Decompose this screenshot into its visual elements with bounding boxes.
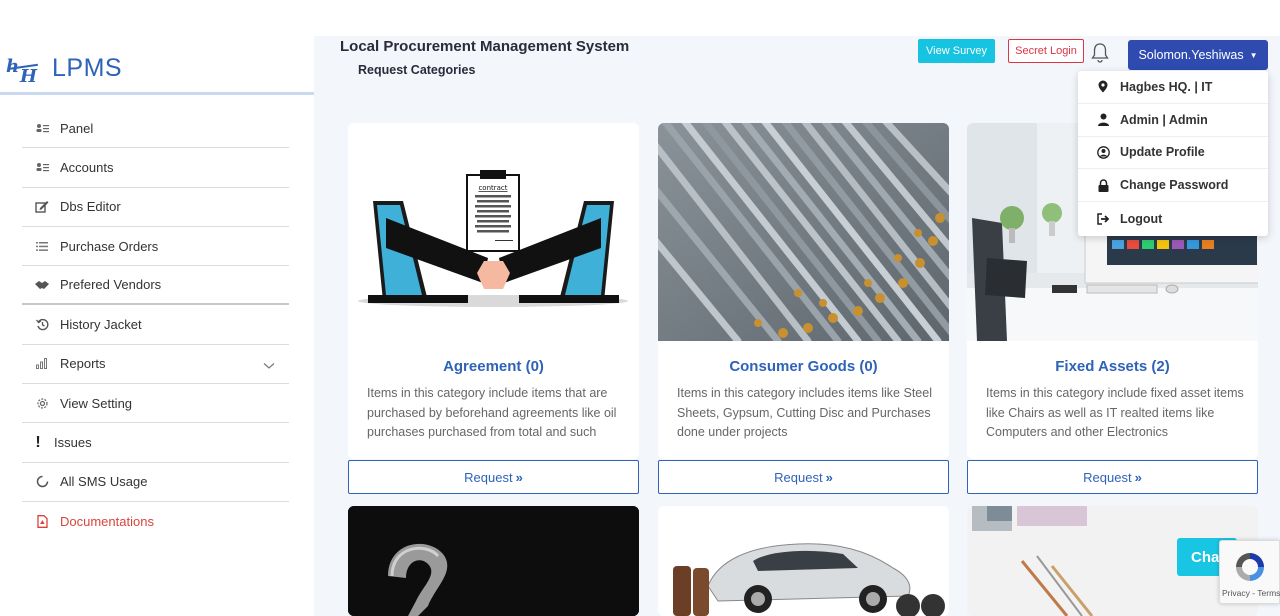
fixed-assets-request-button[interactable]: Request»	[967, 460, 1258, 494]
dropdown-item-change-password[interactable]: Change Password	[1078, 169, 1268, 203]
sidebar-item-label: Prefered Vendors	[60, 277, 162, 293]
sidebar-item-label: Accounts	[60, 159, 114, 175]
dropdown-item-logout[interactable]: Logout	[1078, 202, 1268, 235]
logout-icon	[1096, 212, 1110, 225]
list-icon	[34, 238, 50, 254]
sidebar-item-panel[interactable]: Panel	[22, 109, 289, 149]
sidebar-nav: Panel Accounts Dbs Editor Purchase Order…	[22, 109, 289, 541]
dropdown-label: Admin | Admin	[1120, 112, 1208, 127]
circle-icon	[34, 474, 50, 490]
request-label: Request	[1083, 469, 1132, 485]
card-description: Items in this category include fixed ass…	[986, 386, 1244, 439]
sidebar-item-label: Issues	[54, 435, 92, 451]
dropdown-label: Change Password	[1120, 178, 1229, 193]
sidebar-item-purchase-orders[interactable]: Purchase Orders	[22, 227, 289, 267]
double-chevron-right-icon: »	[825, 469, 833, 485]
user-icon	[1096, 113, 1110, 127]
sidebar-item-documentations[interactable]: Documentations	[22, 502, 289, 541]
sidebar-item-label: History Jacket	[60, 317, 142, 333]
request-label: Request	[464, 469, 513, 485]
chart-icon	[34, 356, 50, 372]
user-menu-button[interactable]: Solomon.Yeshiwas ▼	[1128, 40, 1268, 70]
question-mark-image	[348, 506, 639, 616]
recaptcha-badge[interactable]: Privacy - Terms	[1219, 540, 1280, 604]
page-title: Local Procurement Management System	[340, 38, 630, 55]
user-name: Solomon.Yeshiwas	[1138, 48, 1244, 62]
sidebar-item-view-setting[interactable]: View Setting	[22, 384, 289, 424]
sidebar-item-reports[interactable]: Reports	[22, 345, 289, 385]
lock-icon	[1096, 179, 1110, 192]
card-title[interactable]: Fixed Assets (2)	[967, 358, 1258, 375]
contract-label: contract	[478, 184, 507, 192]
panel-icon	[34, 120, 50, 136]
map-marker-icon	[1096, 80, 1110, 93]
car-parts-image	[658, 506, 949, 616]
category-card-consumer-goods: Consumer Goods (0) Items in this categor…	[658, 123, 949, 459]
category-card-row2-1	[348, 506, 639, 616]
agreement-image: contract	[348, 123, 639, 341]
card-title[interactable]: Consumer Goods (0)	[658, 358, 949, 375]
sidebar-item-label: Panel	[60, 120, 94, 136]
sidebar-item-label: All SMS Usage	[60, 474, 148, 490]
card-description: Items in this category include items tha…	[367, 386, 617, 439]
dropdown-label: Update Profile	[1120, 145, 1205, 160]
card-title[interactable]: Agreement (0)	[348, 358, 639, 375]
svg-text:H: H	[19, 66, 38, 86]
bell-icon[interactable]	[1090, 42, 1110, 64]
consumer-goods-request-button[interactable]: Request»	[658, 460, 949, 494]
recaptcha-icon	[1236, 553, 1264, 581]
pdf-icon	[34, 514, 50, 530]
sidebar-item-label: Documentations	[60, 514, 154, 530]
sidebar-item-label: Dbs Editor	[60, 199, 121, 215]
dropdown-item-location[interactable]: Hagbes HQ. | IT	[1078, 71, 1268, 104]
double-chevron-right-icon: »	[1134, 469, 1142, 485]
steel-rebar-image	[658, 123, 949, 341]
user-dropdown: Hagbes HQ. | IT Admin | Admin Update Pro…	[1078, 71, 1268, 236]
svg-text:h: h	[6, 56, 19, 77]
sidebar-item-dbs-editor[interactable]: Dbs Editor	[22, 188, 289, 227]
handshake-icon	[34, 277, 50, 293]
request-label: Request	[774, 469, 823, 485]
dropdown-label: Logout	[1120, 211, 1163, 226]
sidebar-item-label: Purchase Orders	[60, 238, 159, 254]
double-chevron-right-icon: »	[515, 469, 523, 485]
divider	[0, 92, 314, 95]
dropdown-label: Hagbes HQ. | IT	[1120, 79, 1213, 94]
history-icon	[34, 317, 50, 333]
brand[interactable]: h H LPMS	[4, 50, 123, 87]
category-card-agreement: contract Agreement (0) Items in this cat…	[348, 123, 639, 459]
secret-login-button[interactable]: Secret Login	[1008, 39, 1084, 63]
sidebar-item-label: View Setting	[60, 395, 133, 411]
sidebar-item-prefered-vendors[interactable]: Prefered Vendors	[22, 266, 289, 306]
accounts-icon	[34, 159, 50, 175]
user-circle-icon	[1096, 146, 1110, 159]
card-description: Items in this category includes items li…	[677, 386, 932, 439]
dropdown-item-update-profile[interactable]: Update Profile	[1078, 137, 1268, 170]
recaptcha-text: Privacy - Terms	[1222, 588, 1280, 598]
sidebar: h H LPMS Panel Accounts Dbs Editor Purch…	[0, 0, 314, 616]
exclamation-icon: !	[35, 433, 41, 451]
category-card-row2-2	[658, 506, 949, 616]
edit-icon	[34, 199, 50, 215]
logo-icon: h H	[6, 56, 38, 86]
view-survey-button[interactable]: View Survey	[918, 39, 995, 63]
sidebar-item-issues[interactable]: ! Issues	[22, 423, 289, 463]
chevron-down-icon[interactable]	[263, 358, 275, 373]
sidebar-item-label: Reports	[60, 356, 106, 372]
sidebar-item-all-sms-usage[interactable]: All SMS Usage	[22, 463, 289, 502]
dropdown-item-role[interactable]: Admin | Admin	[1078, 104, 1268, 137]
agreement-request-button[interactable]: Request»	[348, 460, 639, 494]
caret-down-icon: ▼	[1249, 50, 1258, 60]
brand-name: LPMS	[52, 53, 123, 82]
gear-icon	[34, 395, 50, 411]
sidebar-item-accounts[interactable]: Accounts	[22, 148, 289, 188]
page-subtitle: Request Categories	[358, 63, 476, 77]
sidebar-item-history-jacket[interactable]: History Jacket	[22, 305, 289, 345]
